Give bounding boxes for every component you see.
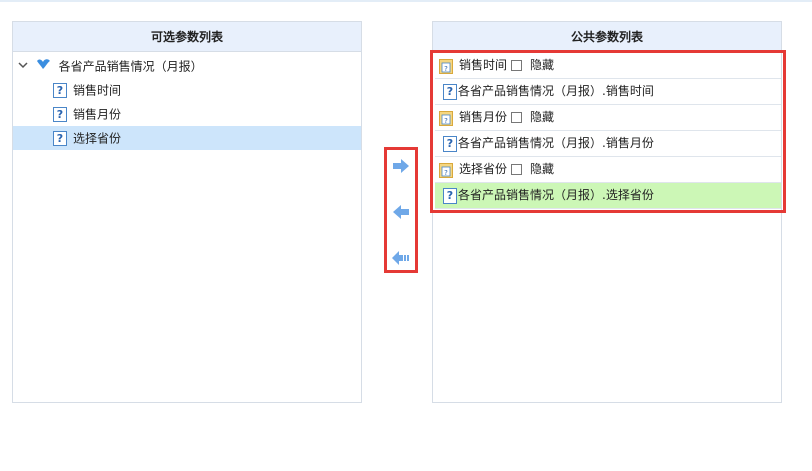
question-param-icon: ? <box>53 107 67 122</box>
public-params-list: ? 销售时间 隐藏 ? 各省产品销售情况（月报）.销售时间 ? 销售月份 隐藏 ? 各省… <box>435 53 781 209</box>
tree-item-label: 销售月份 <box>73 107 122 122</box>
param-file-icon: ? <box>439 162 453 178</box>
tree-root-node[interactable]: 各省产品销售情况（月报） <box>13 54 361 78</box>
param-file-icon: ? <box>439 58 453 74</box>
param-path-row[interactable]: ? 各省产品销售情况（月报）.销售时间 <box>435 79 781 105</box>
param-row-sales-time[interactable]: ? 销售时间 隐藏 <box>435 53 781 79</box>
arrow-right-icon[interactable] <box>391 158 411 174</box>
param-name: 销售月份 <box>459 110 508 124</box>
tree-item-sales-month[interactable]: ? 销售月份 <box>13 102 361 126</box>
tree-root-label: 各省产品销售情况（月报） <box>58 59 203 74</box>
hide-label: 隐藏 <box>530 110 555 124</box>
chevron-down-icon[interactable] <box>17 55 29 79</box>
top-divider <box>0 0 812 2</box>
param-name: 选择省份 <box>459 162 508 176</box>
param-tree: 各省产品销售情况（月报） ? 销售时间 ? 销售月份 ? 选择省份 <box>13 52 361 150</box>
question-param-icon: ? <box>443 187 457 204</box>
hide-checkbox[interactable] <box>511 60 523 71</box>
svg-text:?: ? <box>444 117 448 125</box>
available-params-panel: 可选参数列表 各省产品销售情况（月报） ? 销售时间 ? 销售月份 ? 选择省份 <box>12 21 362 403</box>
tree-item-sales-time[interactable]: ? 销售时间 <box>13 78 361 102</box>
arrow-left-all-icon[interactable] <box>391 250 411 266</box>
arrow-left-icon[interactable] <box>391 204 411 220</box>
hide-label: 隐藏 <box>530 58 555 72</box>
public-params-title: 公共参数列表 <box>433 22 781 52</box>
svg-text:?: ? <box>444 65 448 73</box>
tree-item-label: 销售时间 <box>73 83 122 98</box>
param-file-icon: ? <box>439 110 453 126</box>
param-path-row-selected[interactable]: ? 各省产品销售情况（月报）.选择省份 <box>435 183 781 209</box>
svg-text:?: ? <box>444 169 448 177</box>
hide-checkbox[interactable] <box>511 164 523 175</box>
param-row-sales-month[interactable]: ? 销售月份 隐藏 <box>435 105 781 131</box>
param-path-row[interactable]: ? 各省产品销售情况（月报）.销售月份 <box>435 131 781 157</box>
dataset-icon <box>35 55 51 79</box>
hide-checkbox[interactable] <box>511 112 523 123</box>
tree-item-label: 选择省份 <box>73 131 122 146</box>
question-param-icon: ? <box>53 131 67 146</box>
param-name: 销售时间 <box>459 58 508 72</box>
param-path: 各省产品销售情况（月报）.销售时间 <box>458 84 654 98</box>
param-path: 各省产品销售情况（月报）.销售月份 <box>458 136 654 150</box>
available-params-title: 可选参数列表 <box>13 22 361 52</box>
param-path: 各省产品销售情况（月报）.选择省份 <box>458 188 654 202</box>
public-params-panel: 公共参数列表 ? 销售时间 隐藏 ? 各省产品销售情况（月报）.销售时间 ? 销售月… <box>430 21 786 403</box>
hide-label: 隐藏 <box>530 162 555 176</box>
question-param-icon: ? <box>53 83 67 98</box>
public-params-selection-box: ? 销售时间 隐藏 ? 各省产品销售情况（月报）.销售时间 ? 销售月份 隐藏 ? 各省… <box>430 50 786 213</box>
transfer-buttons-group <box>384 147 418 273</box>
question-param-icon: ? <box>443 135 457 152</box>
question-param-icon: ? <box>443 83 457 100</box>
tree-item-select-province[interactable]: ? 选择省份 <box>13 126 361 150</box>
param-row-select-province[interactable]: ? 选择省份 隐藏 <box>435 157 781 183</box>
